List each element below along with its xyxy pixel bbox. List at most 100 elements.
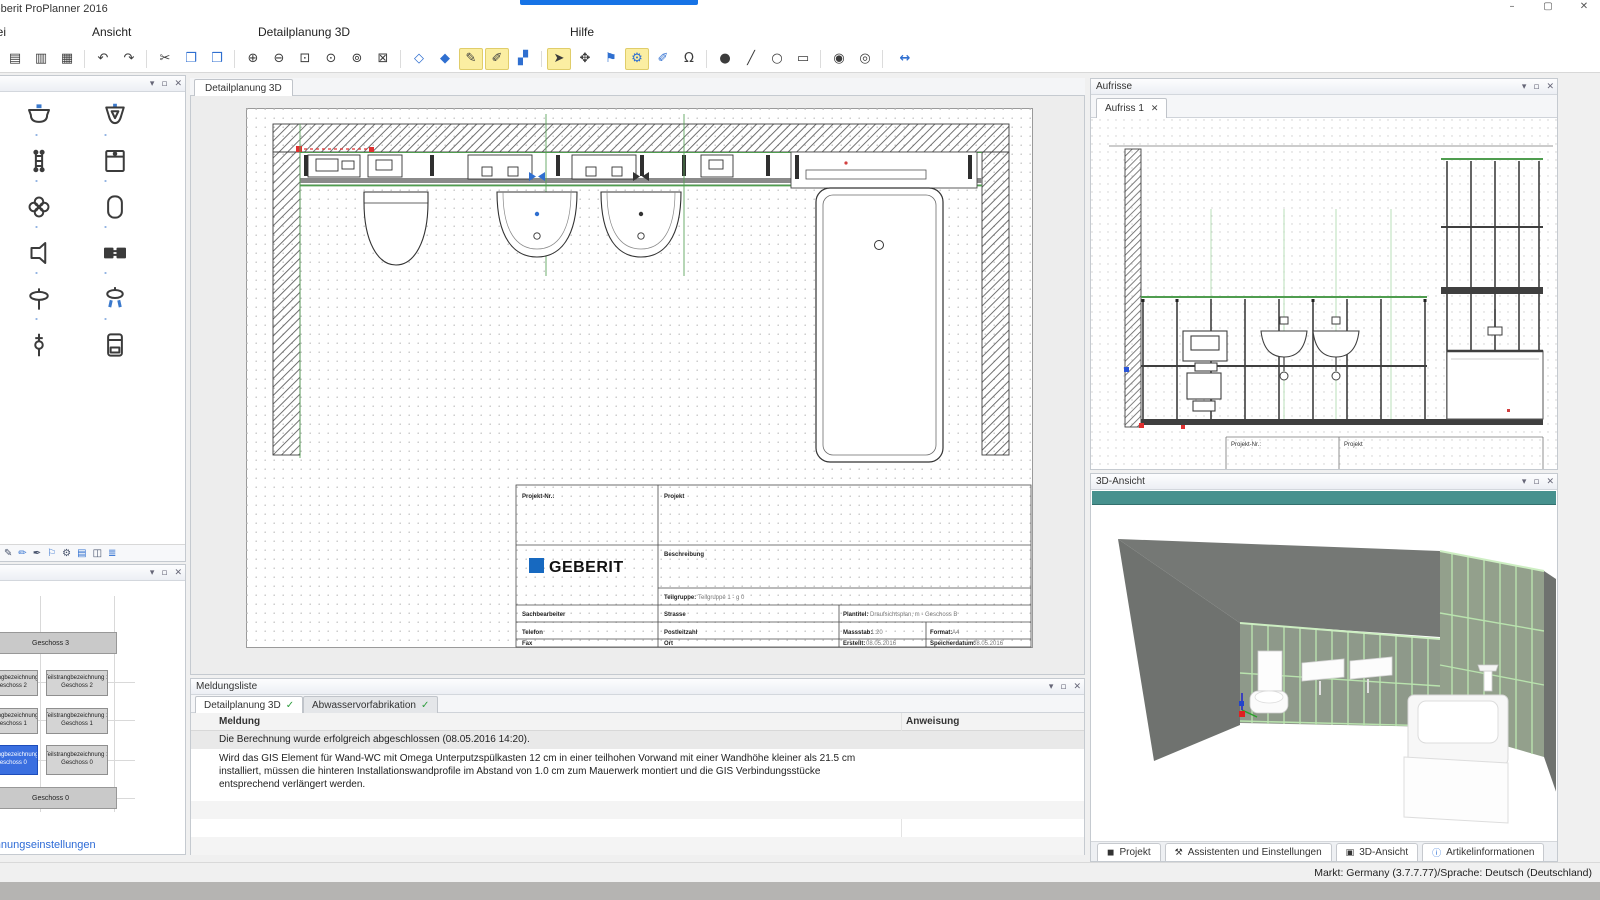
strand-cell[interactable]: Teilstrangbezeichnung 1Geschoss 2 [46, 670, 108, 696]
catalog-item-shower[interactable] [84, 282, 146, 316]
menu-hilfe[interactable]: Hilfe [570, 25, 594, 39]
lock-icon[interactable]: Ω [677, 48, 701, 70]
print-icon[interactable]: ▥ [29, 48, 53, 70]
panel-close-icon[interactable]: ✕ [174, 77, 182, 91]
tab-detailplanung-3d[interactable]: Detailplanung 3D [194, 79, 293, 96]
rect-tool-icon[interactable]: ▭ [791, 48, 815, 70]
pipe-tool-icon[interactable]: ▞ [511, 48, 535, 70]
tab-abwasservorfabrikation[interactable]: Abwasservorfabrikation ✓ [303, 696, 438, 713]
select-cursor-icon[interactable]: ➤ [547, 48, 571, 70]
save-icon[interactable]: ▤ [3, 48, 27, 70]
edit-element-icon[interactable]: ✐ [485, 48, 509, 70]
3d-view-toolbar[interactable] [1092, 491, 1556, 505]
redo-icon[interactable]: ↷ [117, 48, 141, 70]
select-flag-icon[interactable]: ⚑ [599, 48, 623, 70]
layers-tool-icon[interactable]: ≣ [108, 548, 116, 559]
line-tool-icon[interactable]: ╱ [739, 48, 763, 70]
menu-datei[interactable]: Datei [0, 25, 6, 39]
measure-icon[interactable]: ✐ [651, 48, 675, 70]
cut-icon[interactable]: ✂ [153, 48, 177, 70]
list-tool-icon[interactable]: ▤ [77, 548, 86, 559]
copy-icon[interactable]: ❐ [179, 48, 203, 70]
dimension-icon[interactable]: ↔ [889, 48, 921, 70]
minimize-button[interactable]: – [1504, 1, 1520, 12]
tab-aufriss-1[interactable]: Aufriss 1 ✕ [1096, 98, 1167, 118]
panel-menu-icon[interactable]: ▾ [1522, 80, 1527, 94]
panel-pin-icon[interactable]: ▫ [161, 566, 167, 580]
panel-menu-icon[interactable]: ▾ [1049, 680, 1054, 694]
catalog-item-fan[interactable] [8, 190, 70, 224]
settings-tool-icon[interactable]: ⚙ [62, 548, 71, 559]
panel-menu-icon[interactable]: ▾ [1522, 475, 1527, 489]
catalog-item-stop-valve[interactable] [8, 328, 70, 362]
menu-ansicht[interactable]: Ansicht [92, 25, 131, 39]
move-icon[interactable]: ✥ [573, 48, 597, 70]
undo-icon[interactable]: ↶ [91, 48, 115, 70]
tab-close-icon[interactable]: ✕ [1151, 104, 1159, 114]
catalog-item-corner-fixture[interactable] [8, 236, 70, 270]
settings-search-icon[interactable]: ⚙ [625, 48, 649, 70]
elevation-view[interactable]: Projekt-Nr.: Projekt [1091, 119, 1557, 469]
panel-tool-icon[interactable]: ◫ [93, 548, 102, 559]
zoom-in-icon[interactable]: ⊕ [241, 48, 265, 70]
menu-detailplanung-3d[interactable]: Detailplanung 3D [258, 25, 350, 39]
catalog-item-urinal[interactable] [84, 98, 146, 132]
sphere-light-icon[interactable]: ◎ [853, 48, 877, 70]
panel-pin-icon[interactable]: ▫ [1533, 475, 1539, 489]
sphere-dark-icon[interactable]: ◉ [827, 48, 851, 70]
panel-pin-icon[interactable]: ▫ [1060, 680, 1066, 694]
edit-profile-icon[interactable]: ✎ [459, 48, 483, 70]
catalog-item-washing-machine[interactable] [84, 144, 146, 178]
strand-cell[interactable]: Teilstrangbezeichnung 1Geschoss 1 [46, 708, 108, 734]
panel-menu-icon[interactable]: ▾ [150, 77, 155, 91]
close-button[interactable]: ✕ [1576, 1, 1592, 12]
panel-close-icon[interactable]: ✕ [1073, 680, 1081, 694]
tab-artikelinformationen[interactable]: ⓘ Artikelinformationen [1422, 843, 1544, 861]
panel-close-icon[interactable]: ✕ [1546, 475, 1554, 489]
floor-bar-bottom[interactable]: Geschoss 0 [0, 787, 117, 809]
weld-point-icon[interactable]: ● [713, 48, 737, 70]
catalog-item-bathtub[interactable] [84, 190, 146, 224]
panel-menu-icon[interactable]: ▾ [150, 566, 155, 580]
zoom-out-icon[interactable]: ⊖ [267, 48, 291, 70]
strand-cell[interactable]: Teilstrangbezeichnung 1Geschoss 1 [0, 708, 38, 734]
panel-close-icon[interactable]: ✕ [1546, 80, 1554, 94]
strand-cell-selected[interactable]: Teilstrangbezeichnung 1Geschoss 0 [0, 745, 38, 775]
catalog-item-pipe-coupling[interactable] [84, 236, 146, 270]
ellipse-tool-icon[interactable]: ○ [765, 48, 789, 70]
maximize-button[interactable]: ▢ [1540, 1, 1556, 12]
flag-tool-icon[interactable]: ⚐ [47, 548, 56, 559]
zoom-extents-icon[interactable]: ⊠ [371, 48, 395, 70]
panel-pin-icon[interactable]: ▫ [161, 77, 167, 91]
3d-viewport[interactable] [1092, 505, 1556, 843]
strand-cell[interactable]: Teilstrangbezeichnung 1Geschoss 2 [0, 670, 38, 696]
drawing-canvas[interactable]: GEBERIT Projekt-Nr.: Projekt Beschreibun… [190, 96, 1085, 675]
catalog-item-washbasin[interactable] [8, 98, 70, 132]
label-tool-icon[interactable]: ✏ [18, 548, 26, 559]
zoom-previous-icon[interactable]: ⊙ [319, 48, 343, 70]
message-row[interactable]: Wird das GIS Element für Wand-WC mit Ome… [191, 749, 1084, 801]
paste-icon[interactable]: ❒ [205, 48, 229, 70]
zoom-all-icon[interactable]: ⊚ [345, 48, 369, 70]
message-row[interactable]: Die Berechnung wurde erfolgreich abgesch… [191, 731, 1084, 749]
pen-tool-icon[interactable]: ✒ [33, 548, 41, 559]
tab-projekt[interactable]: ◼ Projekt [1097, 843, 1161, 861]
tab-assistenten-und-einstellungen[interactable]: ⚒ Assistenten und Einstellungen [1165, 843, 1332, 861]
snap-object-icon[interactable]: ◆ [433, 48, 457, 70]
report-icon[interactable]: ▦ [55, 48, 79, 70]
floor-bar-top[interactable]: Geschoss 3 [0, 632, 117, 654]
snap-point-icon[interactable]: ◇ [407, 48, 431, 70]
panel-pin-icon[interactable]: ▫ [1533, 80, 1539, 94]
edit-tool-icon[interactable]: ✎ [4, 548, 12, 559]
catalog-item-boiler[interactable] [84, 328, 146, 362]
catalog-item-valve[interactable] [8, 282, 70, 316]
floor-plan-sheet[interactable]: GEBERIT Projekt-Nr.: Projekt Beschreibun… [246, 108, 1033, 648]
berechnungseinstellungen-link[interactable]: Berechnungseinstellungen [0, 839, 96, 851]
wrench-icon: ⚒ [1175, 848, 1183, 858]
tab-detailplanung-3d-messages[interactable]: Detailplanung 3D ✓ [195, 696, 303, 713]
panel-close-icon[interactable]: ✕ [174, 566, 182, 580]
strand-cell[interactable]: Teilstrangbezeichnung 1Geschoss 0 [46, 745, 108, 775]
catalog-item-radiator[interactable] [8, 144, 70, 178]
tab-3d-ansicht[interactable]: ▣ 3D-Ansicht [1336, 843, 1418, 861]
zoom-window-icon[interactable]: ⊡ [293, 48, 317, 70]
